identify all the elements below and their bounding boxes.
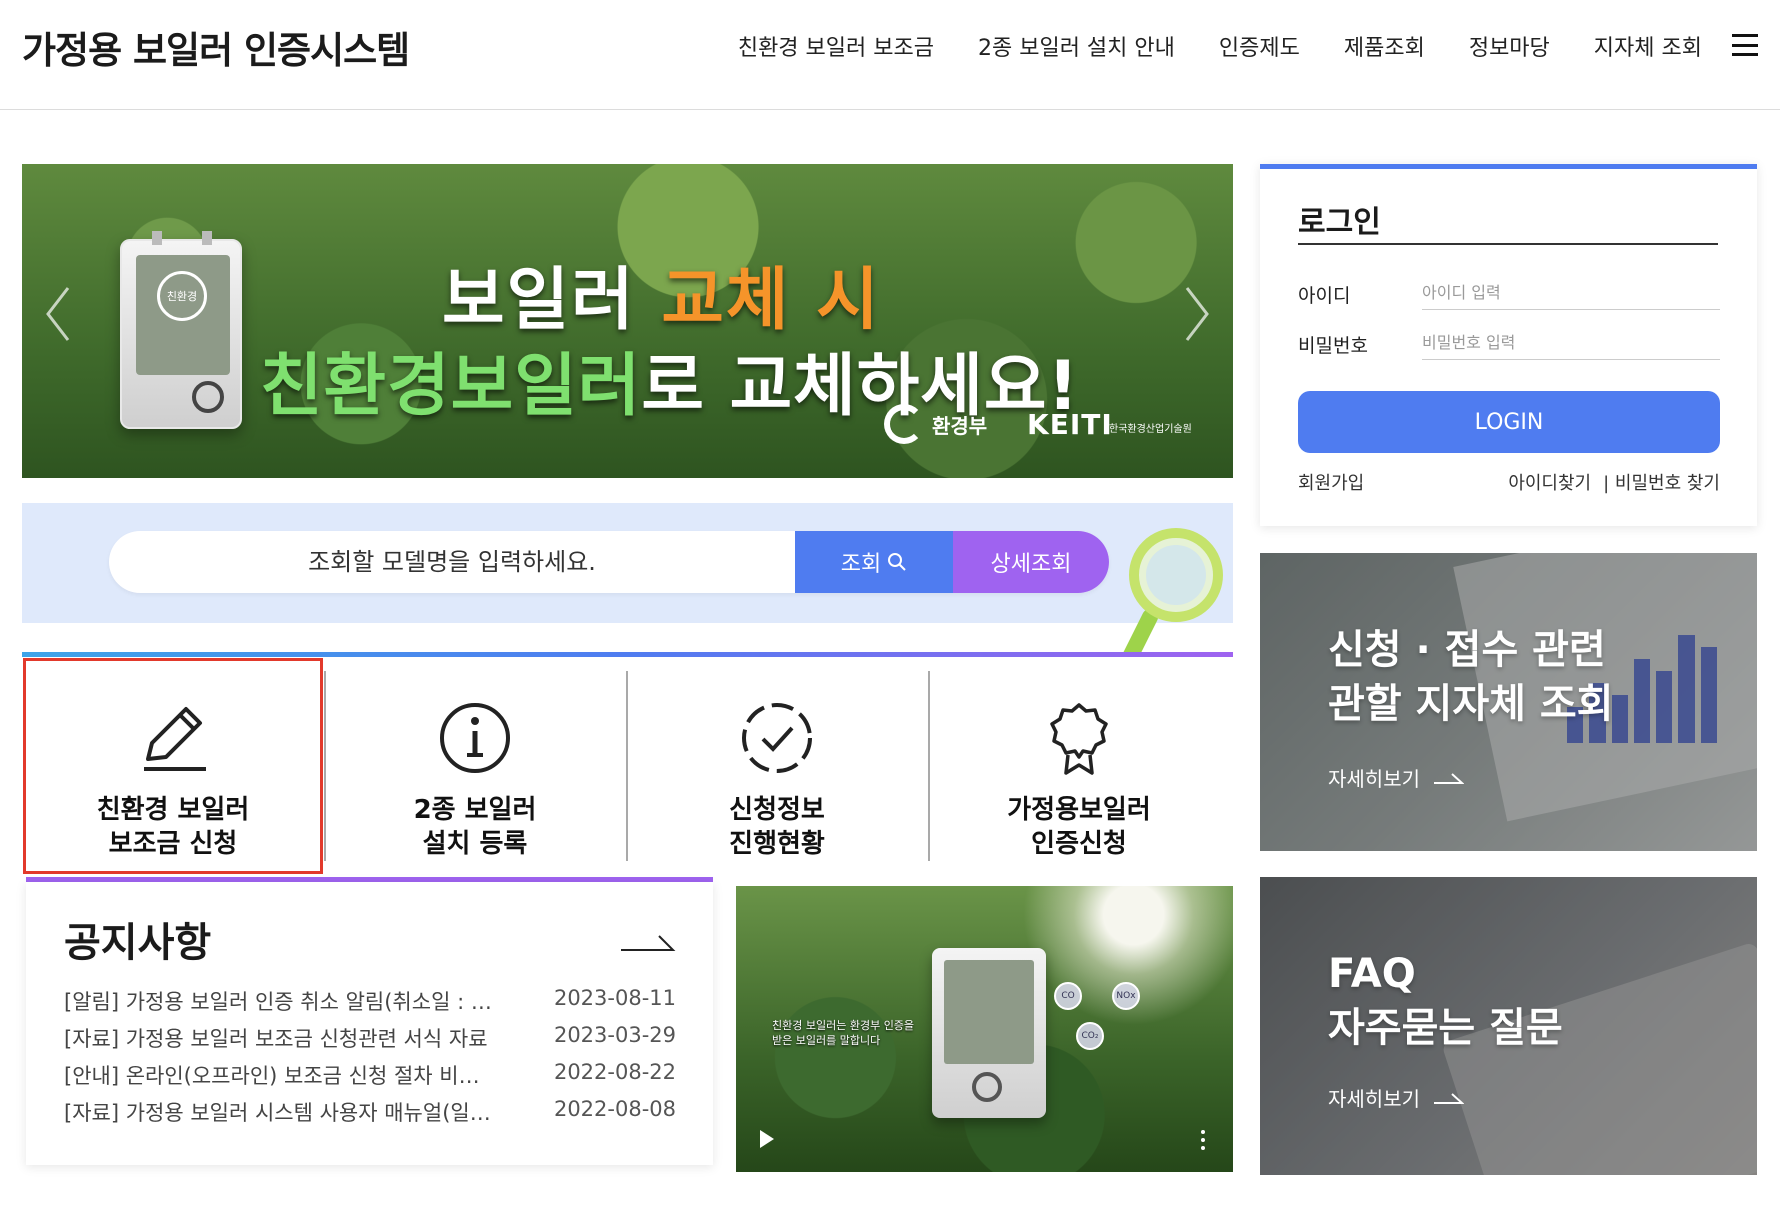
boiler-image: 친환경 <box>120 231 242 429</box>
quick-item-label: 가정용보일러 인증신청 <box>1007 795 1151 859</box>
quick-menu: 친환경 보일러 보조금 신청 2종 보일러 설치 등록 신청정보 진행현황 가정… <box>22 657 1233 875</box>
arrow-right-icon[interactable] <box>621 932 677 952</box>
login-title-divider <box>1298 243 1718 245</box>
login-title: 로그인 <box>1298 205 1381 240</box>
nav-item-certification[interactable]: 인증제도 <box>1219 30 1300 62</box>
id-label: 아이디 <box>1298 285 1351 307</box>
banner-headline-1: 보일러 교체 시 <box>442 261 881 340</box>
password-input[interactable] <box>1422 326 1720 360</box>
chevron-right-icon[interactable] <box>1183 284 1211 344</box>
main-nav: 친환경 보일러 보조금 2종 보일러 설치 안내 인증제도 제품조회 정보마당 … <box>738 30 1702 62</box>
nav-item-product-search[interactable]: 제품조회 <box>1344 30 1425 62</box>
quick-item-application-status[interactable]: 신청정보 진행현황 <box>626 657 928 875</box>
nav-item-local-gov[interactable]: 지자체 조회 <box>1594 30 1702 62</box>
search-bar: 조회 상세조회 <box>109 531 1109 593</box>
card-title: FAQ 자주묻는 질문 <box>1328 951 1563 1051</box>
card-more-link[interactable]: 자세히보기 <box>1328 1083 1464 1112</box>
card-title: 신청 · 접수 관련 관할 지자체 조회 <box>1328 627 1614 727</box>
quick-item-type2-register[interactable]: 2종 보일러 설치 등록 <box>324 657 626 875</box>
hamburger-menu-icon[interactable] <box>1732 34 1758 56</box>
notice-item[interactable]: [자료] 가정용 보일러 시스템 사용자 매뉴얼(일… 2022-08-08 <box>64 1097 676 1134</box>
boiler-badge: 친환경 <box>157 271 207 321</box>
arrow-right-icon <box>1434 772 1464 784</box>
detail-search-button[interactable]: 상세조회 <box>953 531 1109 593</box>
notice-item[interactable]: [알림] 가정용 보일러 인증 취소 알림(취소일 : … 2023-08-11 <box>64 986 676 1023</box>
local-gov-search-card[interactable]: 신청 · 접수 관련 관할 지자체 조회 자세히보기 <box>1260 553 1757 851</box>
quick-item-certification-apply[interactable]: 가정용보일러 인증신청 <box>928 657 1230 875</box>
model-search-input[interactable] <box>109 531 795 593</box>
search-button-label: 조회 <box>840 551 882 576</box>
promo-video[interactable]: 친환경 보일러는 환경부 인증을 받은 보일러를 말합니다 CO NOx CO₂ <box>736 886 1233 1172</box>
chevron-left-icon[interactable] <box>44 284 72 344</box>
arrow-right-icon <box>1434 1092 1464 1104</box>
find-password-link[interactable]: | 비밀번호 찾기 <box>1603 469 1720 495</box>
more-vertical-icon[interactable] <box>1201 1130 1205 1150</box>
search-button[interactable]: 조회 <box>795 531 953 593</box>
password-label: 비밀번호 <box>1298 335 1368 357</box>
award-icon <box>1050 703 1108 775</box>
info-icon <box>440 703 510 773</box>
keiti-logo: KEITI <box>1027 408 1113 441</box>
play-icon[interactable] <box>760 1130 774 1148</box>
emission-bubble: CO <box>1054 982 1082 1010</box>
quick-item-subsidy-apply[interactable]: 친환경 보일러 보조금 신청 <box>22 657 324 875</box>
model-search-panel: 조회 상세조회 <box>22 503 1233 623</box>
search-icon <box>888 553 906 571</box>
id-input[interactable] <box>1422 276 1720 310</box>
login-panel: 로그인 아이디 비밀번호 LOGIN 회원가입 아이디찾기 | 비밀번호 찾기 <box>1260 164 1757 526</box>
quick-item-label: 친환경 보일러 보조금 신청 <box>96 795 250 859</box>
card-more-link[interactable]: 자세히보기 <box>1328 763 1464 792</box>
nav-item-info[interactable]: 정보마당 <box>1469 30 1550 62</box>
login-button[interactable]: LOGIN <box>1298 391 1720 453</box>
nav-item-type2-install[interactable]: 2종 보일러 설치 안내 <box>978 30 1175 62</box>
check-circle-icon <box>742 703 812 773</box>
notice-title: 공지사항 <box>64 920 212 966</box>
find-id-link[interactable]: 아이디찾기 <box>1508 469 1591 495</box>
emission-bubble: CO₂ <box>1076 1022 1104 1050</box>
signup-link[interactable]: 회원가입 <box>1298 469 1364 495</box>
quick-item-label: 2종 보일러 설치 등록 <box>413 795 537 859</box>
notice-item[interactable]: [안내] 온라인(오프라인) 보조금 신청 절차 비… 2022-08-22 <box>64 1060 676 1097</box>
notice-panel: 공지사항 [알림] 가정용 보일러 인증 취소 알림(취소일 : … 2023-0… <box>26 882 713 1165</box>
video-caption: 친환경 보일러는 환경부 인증을 받은 보일러를 말합니다 <box>772 1019 915 1047</box>
quick-item-label: 신청정보 진행현황 <box>729 795 825 859</box>
notice-list: [알림] 가정용 보일러 인증 취소 알림(취소일 : … 2023-08-11 … <box>64 986 676 1134</box>
notice-item[interactable]: [자료] 가정용 보일러 보조금 신청관련 서식 자료 2023-03-29 <box>64 1023 676 1060</box>
ministry-emblem-icon <box>884 404 924 444</box>
emission-bubble: NOx <box>1112 982 1140 1010</box>
ministry-logo: 환경부 <box>884 404 987 444</box>
main-banner[interactable]: 친환경 보일러 교체 시 친환경보일러로 교체하세요! 환경부 KEITI 한국… <box>22 164 1233 478</box>
video-boiler-image <box>932 948 1046 1118</box>
site-header: 가정용 보일러 인증시스템 친환경 보일러 보조금 2종 보일러 설치 안내 인… <box>0 0 1780 110</box>
keiti-logo-sub: 한국환경산업기술원 <box>1109 424 1192 435</box>
pencil-icon <box>144 707 206 771</box>
login-links: 회원가입 아이디찾기 | 비밀번호 찾기 <box>1298 469 1720 495</box>
site-title[interactable]: 가정용 보일러 인증시스템 <box>22 20 410 74</box>
faq-card[interactable]: FAQ 자주묻는 질문 자세히보기 <box>1260 877 1757 1175</box>
nav-item-subsidy[interactable]: 친환경 보일러 보조금 <box>738 30 934 62</box>
